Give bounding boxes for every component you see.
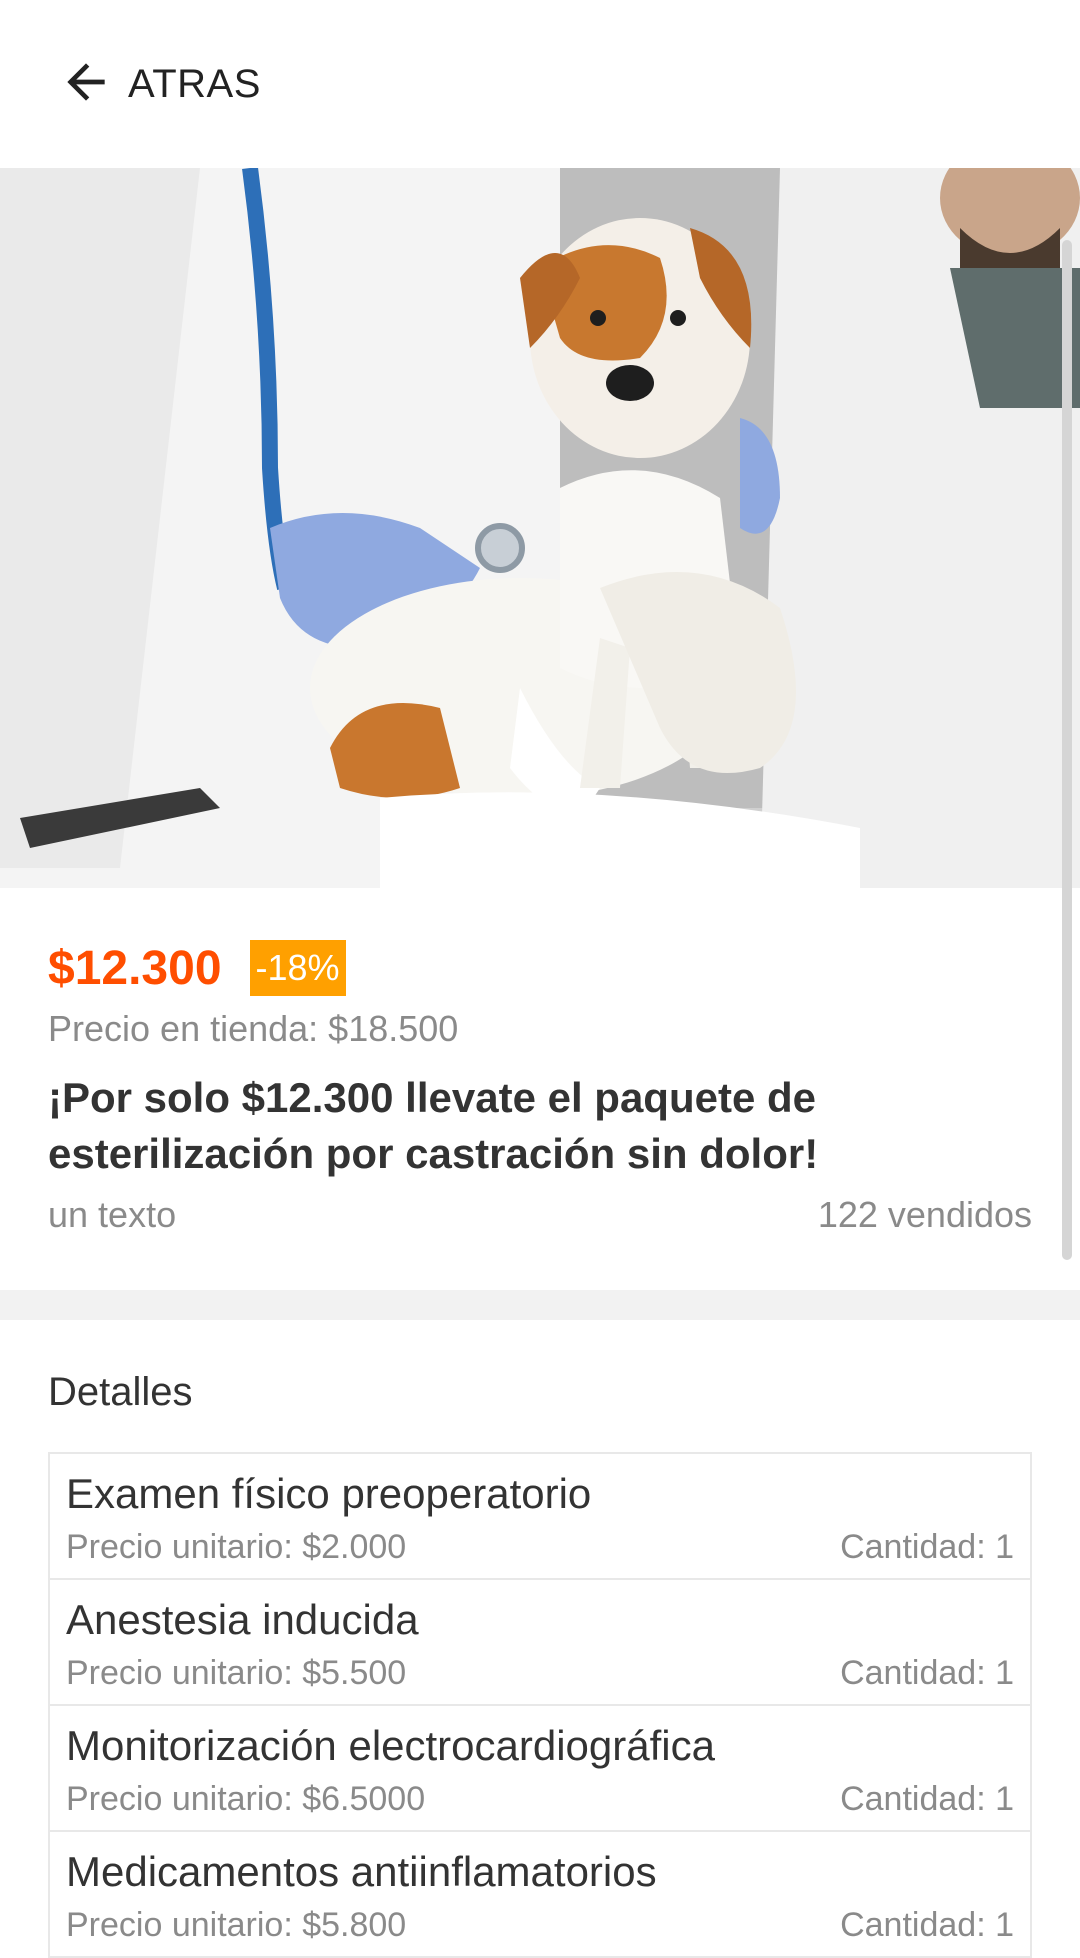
detail-quantity: Cantidad: 1: [840, 1654, 1014, 1692]
store-price: Precio en tienda: $18.500: [48, 1008, 459, 1049]
detail-unit-price: Precio unitario: $2.000: [66, 1528, 407, 1566]
detail-name: Medicamentos antiinflamatorios: [66, 1848, 657, 1895]
back-label: ATRAS: [128, 61, 261, 106]
product-meta: un texto 122 vendidos: [48, 1194, 1032, 1236]
price: $12.300: [48, 941, 222, 995]
detail-name: Monitorización electrocardiográfica: [66, 1722, 715, 1769]
price-row: $12.300 -18%: [48, 940, 346, 996]
section-divider: [0, 1290, 1080, 1320]
product-subtitle: un texto: [48, 1194, 177, 1235]
detail-unit-price: Precio unitario: $6.5000: [66, 1780, 426, 1818]
detail-unit-price: Precio unitario: $5.800: [66, 1906, 407, 1944]
arrow-left-icon: [58, 54, 114, 115]
discount-badge: -18%: [249, 940, 346, 996]
back-button[interactable]: ATRAS: [58, 52, 261, 116]
sold-count: 122 vendidos: [817, 1194, 1032, 1235]
list-item: Monitorización electrocardiográfica Prec…: [50, 1706, 1030, 1832]
detail-quantity: Cantidad: 1: [840, 1780, 1014, 1818]
details-list: Examen físico preoperatorio Precio unita…: [48, 1452, 1032, 1958]
detail-name: Examen físico preoperatorio: [66, 1470, 592, 1517]
detail-quantity: Cantidad: 1: [840, 1906, 1014, 1944]
top-bar: ATRAS: [0, 0, 1080, 168]
list-item: Anestesia inducida Precio unitario: $5.5…: [50, 1580, 1030, 1706]
list-item: Examen físico preoperatorio Precio unita…: [50, 1454, 1030, 1580]
detail-quantity: Cantidad: 1: [840, 1528, 1014, 1566]
detail-unit-price: Precio unitario: $5.500: [66, 1654, 407, 1692]
detail-name: Anestesia inducida: [66, 1596, 419, 1643]
product-title: ¡Por solo $12.300 llevate el paquete de …: [48, 1074, 819, 1177]
scrollbar[interactable]: [1062, 240, 1072, 1260]
details-heading: Detalles: [48, 1370, 193, 1414]
list-item: Medicamentos antiinflamatorios Precio un…: [50, 1832, 1030, 1958]
product-image: [0, 168, 1080, 888]
